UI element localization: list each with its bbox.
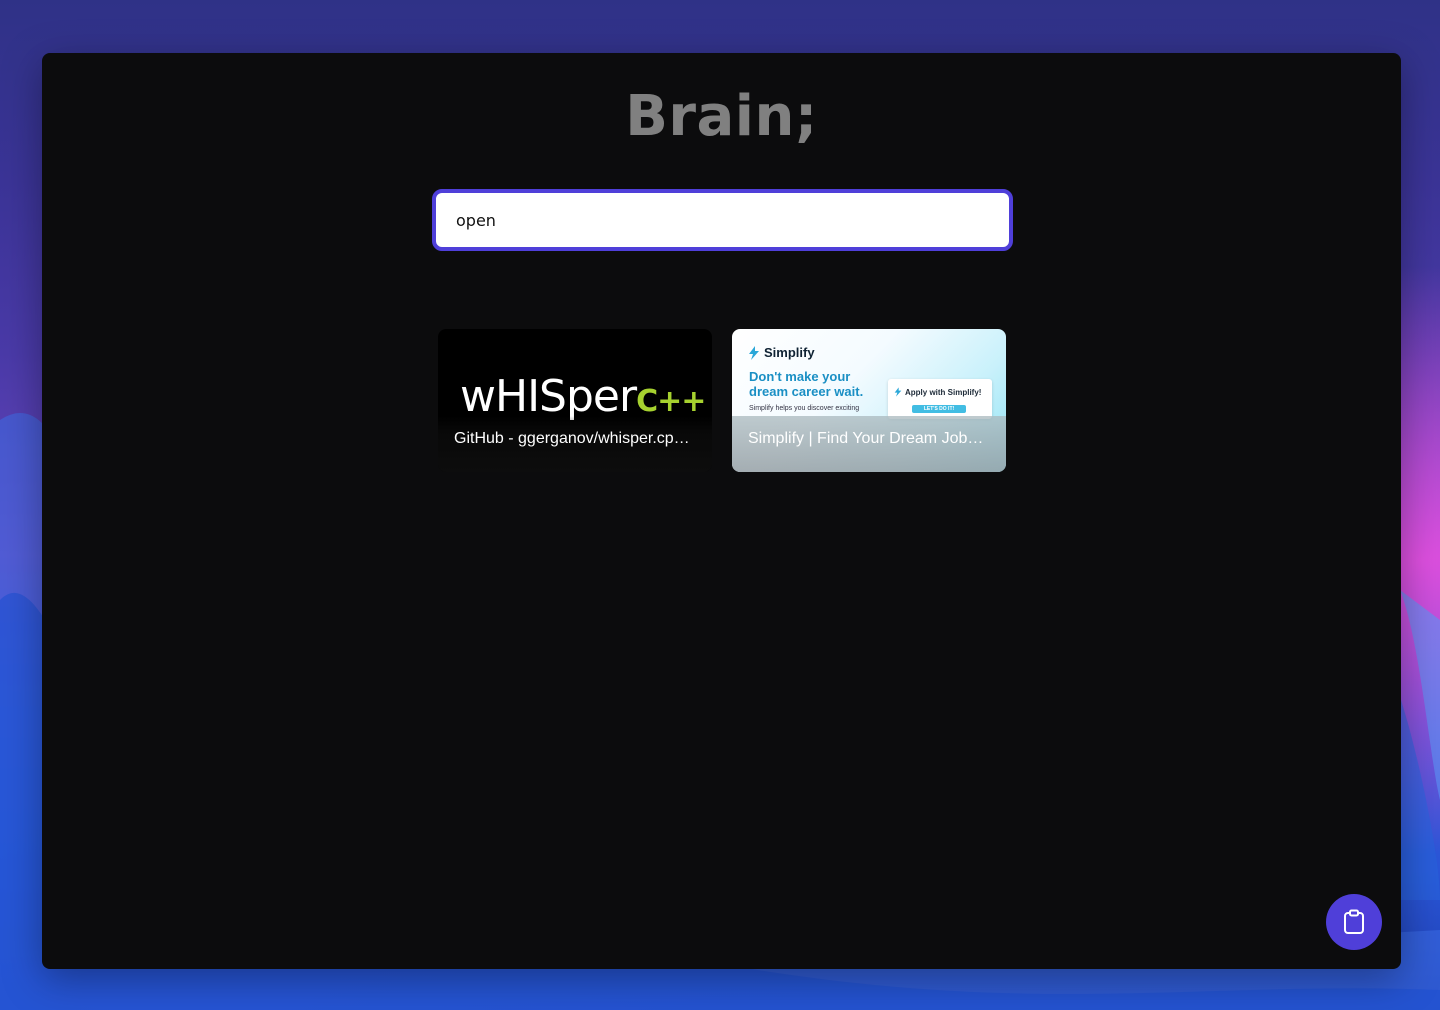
- result-title: GitHub - ggerganov/whisper.cp…: [438, 416, 712, 472]
- result-card[interactable]: wHISperC++ GitHub - ggerganov/whisper.cp…: [438, 329, 712, 472]
- simplify-subtext: Simplify helps you discover exciting: [749, 405, 860, 412]
- bolt-icon: [894, 387, 902, 397]
- simplify-logo: Simplify: [748, 345, 815, 360]
- whisper-logo: wHISperC++: [460, 371, 706, 422]
- result-card[interactable]: Simplify Don't make your dream career wa…: [732, 329, 1006, 472]
- bolt-icon: [749, 345, 759, 360]
- app-window: Brain; wHISperC++ GitHub - ggerganov/whi…: [42, 53, 1401, 969]
- app-title: Brain;: [625, 84, 818, 149]
- clipboard-button[interactable]: [1326, 894, 1382, 950]
- simplify-cta: LET'S DO IT!: [912, 405, 966, 413]
- search-input[interactable]: [454, 209, 991, 231]
- simplify-headline: Don't make your dream career wait.: [749, 369, 864, 399]
- results-grid: wHISperC++ GitHub - ggerganov/whisper.cp…: [438, 329, 1006, 472]
- search-box[interactable]: [432, 189, 1013, 251]
- result-title: Simplify | Find Your Dream Job…: [732, 416, 1006, 472]
- simplify-panel: Apply with Simplify! LET'S DO IT!: [888, 379, 992, 419]
- clipboard-icon: [1344, 909, 1364, 934]
